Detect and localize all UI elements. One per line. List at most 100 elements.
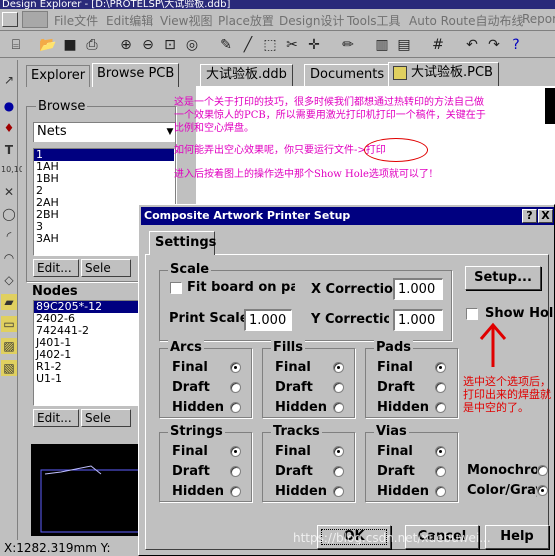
library-icon[interactable]: ▥ — [372, 35, 392, 55]
tracks-hidden-radio[interactable] — [333, 486, 344, 497]
red-arrow-icon — [479, 322, 507, 367]
undo-icon[interactable]: ↶ — [462, 35, 482, 55]
tab-ddb[interactable]: 大试验板.ddb — [200, 64, 293, 86]
vias-hidden-radio[interactable] — [435, 486, 446, 497]
redo-icon[interactable]: ↷ — [484, 35, 504, 55]
pads-draft-radio[interactable] — [435, 382, 446, 393]
x-correction-input[interactable]: 1.000 — [393, 278, 443, 300]
move-icon[interactable]: ✛ — [304, 35, 324, 55]
browse-select[interactable]: Nets ▼ — [33, 122, 175, 142]
cancel-button[interactable]: Cancel — [405, 525, 479, 549]
pen-icon[interactable]: ✏ — [338, 35, 358, 55]
mdi-icon[interactable] — [22, 11, 48, 28]
print-scale-input[interactable]: 1.000 — [244, 309, 292, 331]
pads-hidden-radio[interactable] — [435, 402, 446, 413]
grid-icon[interactable]: # — [428, 35, 448, 55]
tab-pcb-label: 大试验板.PCB — [411, 65, 493, 80]
strings-final-radio[interactable] — [230, 446, 241, 457]
arcs-hidden-label: Hidden — [172, 400, 225, 415]
line-icon[interactable]: ╱ — [238, 35, 258, 55]
browse-select-value: Nets — [37, 124, 67, 139]
fills-final-radio[interactable] — [333, 362, 344, 373]
rect-icon[interactable]: ▭ — [1, 316, 17, 332]
show-hole-checkbox[interactable] — [466, 308, 478, 320]
close-icon[interactable]: X — [538, 209, 553, 223]
tracks-draft-radio[interactable] — [333, 466, 344, 477]
arcs-draft-radio[interactable] — [230, 382, 241, 393]
text-icon[interactable]: T — [1, 142, 17, 158]
pads-final-radio[interactable] — [435, 362, 446, 373]
show-hole-annotation: 选中这个选项后， 打印出来的焊盘就 是中空的了。 — [463, 375, 551, 414]
annotation-line-3: 是中空的了。 — [463, 401, 529, 414]
menu-tools[interactable]: Tools工具 — [347, 12, 401, 29]
arc-icon[interactable]: ◜ — [1, 228, 17, 244]
vias-draft-radio[interactable] — [435, 466, 446, 477]
zoom-area-icon[interactable]: ◎ — [182, 35, 202, 55]
edit-icon[interactable]: ▧ — [1, 360, 17, 376]
tab-explorer[interactable]: Explorer — [26, 65, 91, 87]
select-node-button[interactable]: Sele — [81, 409, 131, 427]
arcs-title: Arcs — [168, 340, 204, 355]
zoom-fit-icon[interactable]: ⊡ — [160, 35, 180, 55]
deselect-icon[interactable]: ✂ — [282, 35, 302, 55]
monochrome-radio[interactable] — [537, 465, 548, 476]
menu-edit[interactable]: Edit编辑 — [106, 12, 153, 29]
vias-title: Vias — [374, 424, 409, 439]
note-line-2: 一个效果惊人的PCB，所以需要用激光打印机打印一个稿件，关键在于 — [174, 110, 486, 121]
wire-icon[interactable]: ✎ — [216, 35, 236, 55]
print-icon[interactable]: ⎙ — [82, 35, 102, 55]
cross-icon[interactable]: ✕ — [1, 184, 17, 200]
save-icon[interactable]: ■ — [60, 35, 80, 55]
circle-icon[interactable]: ◯ — [1, 206, 17, 222]
dot-icon[interactable]: ● — [1, 98, 17, 114]
arcs-hidden-radio[interactable] — [230, 402, 241, 413]
y-correction-input[interactable]: 1.000 — [393, 309, 443, 331]
arcs-draft-label: Draft — [172, 380, 210, 395]
ok-button[interactable]: OK — [317, 525, 391, 549]
vias-final-radio[interactable] — [435, 446, 446, 457]
fills-hidden-radio[interactable] — [333, 402, 344, 413]
tab-browse-pcb[interactable]: Browse PCB — [92, 63, 180, 87]
tab-settings[interactable]: Settings — [149, 231, 216, 255]
help-icon[interactable]: ? — [506, 35, 526, 55]
edit-node-button[interactable]: Edit... — [33, 409, 79, 427]
fill-icon[interactable]: ◠ — [1, 250, 17, 266]
help-title-button[interactable]: ? — [522, 209, 537, 223]
strings-hidden-radio[interactable] — [230, 486, 241, 497]
open-icon[interactable]: 📂 — [38, 35, 58, 55]
tab-documents[interactable]: Documents — [304, 64, 391, 86]
menu-design[interactable]: Design设计 — [279, 12, 344, 29]
polygon-icon[interactable]: ◇ — [1, 272, 17, 288]
menu-report[interactable]: Report — [522, 12, 555, 26]
edit-net-button[interactable]: Edit... — [33, 259, 79, 277]
strings-title: Strings — [168, 424, 225, 439]
zoom-in-icon[interactable]: ⊕ — [116, 35, 136, 55]
zoom-out-icon[interactable]: ⊖ — [138, 35, 158, 55]
select-net-button[interactable]: Sele — [81, 259, 131, 277]
fills-draft-label: Draft — [275, 380, 313, 395]
tracks-final-radio[interactable] — [333, 446, 344, 457]
arcs-final-radio[interactable] — [230, 362, 241, 373]
pads-draft-label: Draft — [377, 380, 415, 395]
app-menu-icon[interactable] — [2, 12, 18, 27]
coordinate-icon[interactable]: 10,10 — [1, 162, 24, 178]
select-icon[interactable]: ⬚ — [260, 35, 280, 55]
strings-draft-radio[interactable] — [230, 466, 241, 477]
menu-view[interactable]: View视图 — [160, 12, 212, 29]
setup-button[interactable]: Setup... — [465, 266, 541, 290]
zone-icon[interactable]: ▨ — [1, 338, 17, 354]
dimension-icon[interactable]: ▰ — [1, 294, 17, 310]
list-item[interactable]: 1BH — [34, 173, 174, 185]
pin-icon[interactable]: ♦ — [1, 120, 17, 136]
menu-file[interactable]: File文件 — [54, 12, 98, 29]
browse-icon[interactable]: ▤ — [394, 35, 414, 55]
pcb-icon[interactable]: ⌸ — [6, 35, 26, 55]
tab-pcb[interactable]: 大试验板.PCB — [388, 62, 499, 86]
menu-autoroute[interactable]: Auto Route自动布线 — [409, 12, 524, 29]
help-button[interactable]: Help — [485, 525, 549, 549]
color-gray-radio[interactable] — [537, 485, 548, 496]
menu-place[interactable]: Place放置 — [218, 12, 274, 29]
fills-draft-radio[interactable] — [333, 382, 344, 393]
fit-board-checkbox[interactable] — [170, 282, 182, 294]
arrow-icon[interactable]: ↗ — [1, 72, 17, 88]
